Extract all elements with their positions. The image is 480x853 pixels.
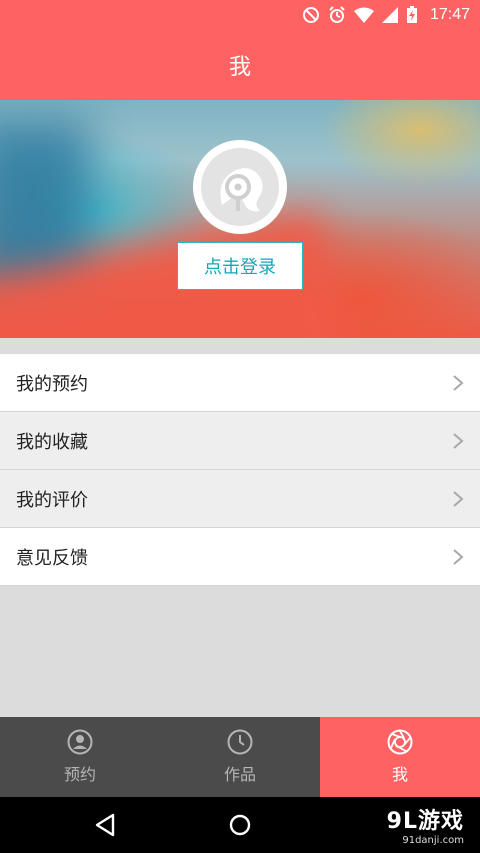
tab-label: 我 <box>391 765 408 784</box>
status-bar: 17:47 <box>0 0 480 30</box>
menu-item-my-reviews[interactable]: 我的评价 <box>0 470 480 528</box>
app-logo-icon <box>220 168 263 212</box>
signal-icon <box>381 7 398 23</box>
tab-label: 预约 <box>63 765 96 784</box>
chevron-right-icon <box>453 490 464 507</box>
menu-list: 我的预约 我的收藏 我的评价 意见反馈 <box>0 354 480 586</box>
avatar-placeholder <box>201 148 279 226</box>
battery-charging-icon <box>406 6 417 23</box>
chevron-right-icon <box>453 374 464 391</box>
clock-icon <box>227 729 253 755</box>
home-icon[interactable] <box>229 813 251 837</box>
login-button[interactable]: 点击登录 <box>177 242 303 290</box>
menu-item-label: 我的评价 <box>16 489 88 511</box>
menu-item-my-favorites[interactable]: 我的收藏 <box>0 412 480 470</box>
menu-item-label: 我的预约 <box>16 373 88 395</box>
watermark-brand: 9L游戏 <box>386 809 464 834</box>
bottom-tab-bar: 预约 作品 我 <box>0 717 480 797</box>
system-nav-bar: 9L游戏 91danji.com <box>0 797 480 853</box>
wifi-icon <box>353 7 374 23</box>
avatar[interactable] <box>193 140 287 234</box>
back-icon[interactable] <box>94 813 116 837</box>
alarm-icon <box>329 6 345 23</box>
watermark: 9L游戏 91danji.com <box>387 803 464 846</box>
title-bar: 我 <box>0 30 480 100</box>
status-time: 17:47 <box>429 6 470 23</box>
tab-label: 作品 <box>223 765 256 784</box>
tab-works[interactable]: 作品 <box>160 717 320 797</box>
menu-item-label: 我的收藏 <box>16 431 88 453</box>
menu-item-my-appointments[interactable]: 我的预约 <box>0 354 480 412</box>
tab-me[interactable]: 我 <box>320 717 480 797</box>
do-not-disturb-icon <box>302 7 319 23</box>
tab-appointments[interactable]: 预约 <box>0 717 160 797</box>
chevron-right-icon <box>453 548 464 565</box>
profile-banner: 点击登录 <box>0 100 480 338</box>
menu-item-feedback[interactable]: 意见反馈 <box>0 528 480 586</box>
person-icon <box>67 729 93 755</box>
aperture-icon <box>387 729 413 755</box>
chevron-right-icon <box>453 432 464 449</box>
watermark-url: 91danji.com <box>402 835 464 846</box>
page-title: 我 <box>228 55 251 80</box>
menu-item-label: 意见反馈 <box>16 547 88 569</box>
